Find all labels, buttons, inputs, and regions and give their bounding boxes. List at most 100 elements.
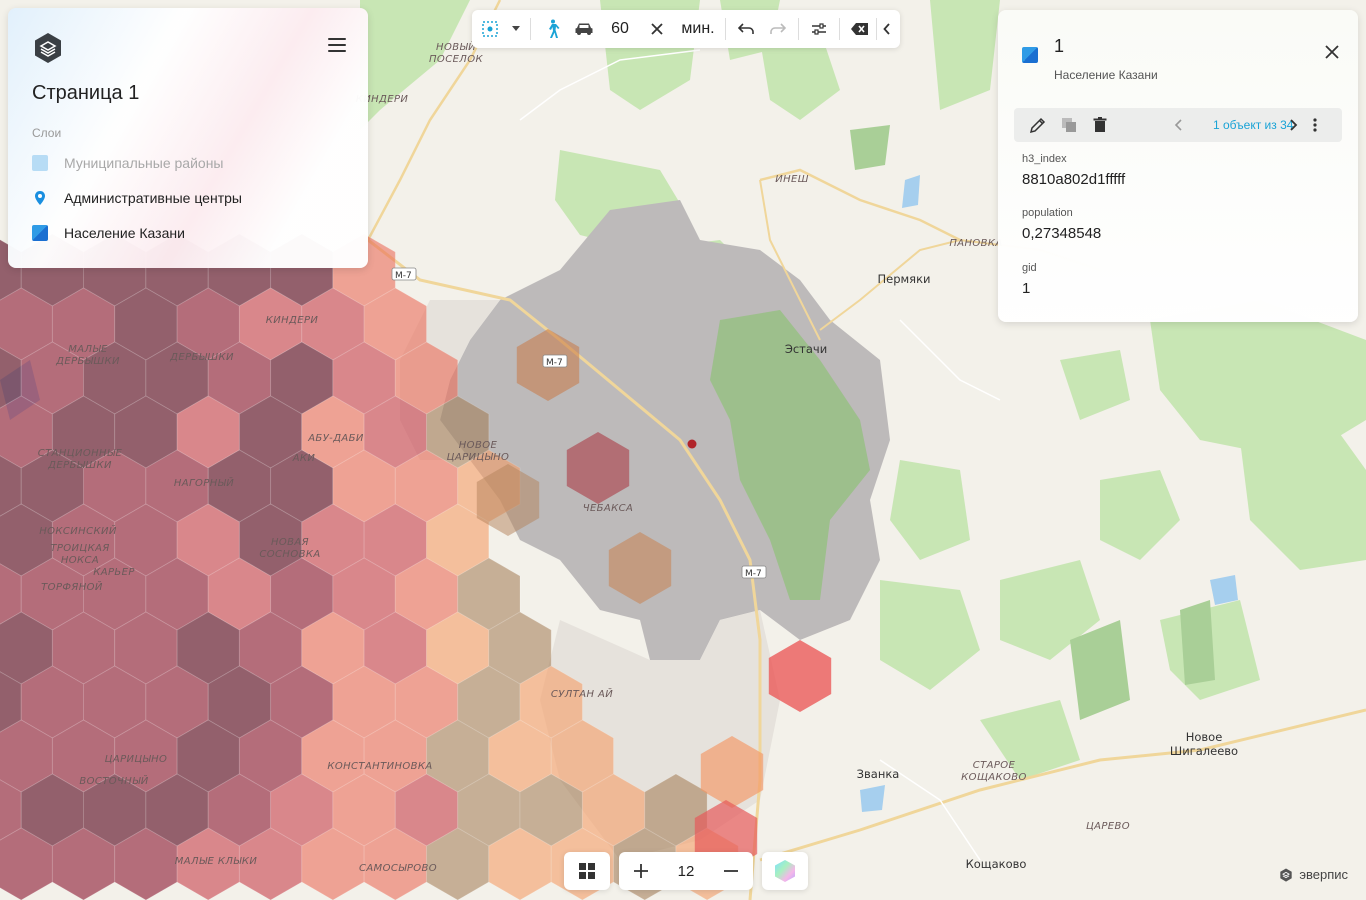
place-label-tsaritsyno: ЦАРИЦЫНО [105,754,168,765]
toolbar-divider [725,18,726,40]
attribute-key: h3_index [1022,153,1067,165]
isochrone-select-icon [482,21,498,37]
object-pager-text[interactable]: 1 объект из 34 [1213,118,1293,132]
clear-button[interactable] [844,10,876,48]
feature-info-panel: 1 Население Казани 1 объект из 34 h3_ind… [998,10,1358,322]
place-label-kinderi: КИНДЕРИ [266,315,319,326]
layer-label: Население Казани [64,225,185,241]
plus-icon [634,864,648,878]
attribute-value: 0,27348548 [1022,225,1102,242]
polygon-swatch-icon [32,155,48,171]
feature-layer-name: Население Казани [1054,68,1158,82]
place-label-noksinsky: НОКСИНСКИЙ [39,524,117,537]
redo-icon [770,23,786,34]
undo-icon [738,23,754,34]
basemap-grid-button[interactable] [564,852,610,890]
layer-item-municipal-districts[interactable]: Муниципальные районы [32,153,223,173]
place-label-estachi: Эстачи [785,342,827,356]
toolbar-divider [839,18,840,40]
chevron-left-icon [883,23,890,35]
layers-section-label: Слои [32,126,62,140]
feature-title: 1 [1054,36,1065,56]
multiply-button[interactable] [639,10,675,48]
sliders-icon [812,23,826,35]
selected-point-marker[interactable] [687,439,697,449]
collapse-toolbar-button[interactable] [877,10,897,48]
trash-icon[interactable] [1090,115,1110,135]
layer-item-admin-centers[interactable]: Административные центры [32,188,242,208]
feature-actions-bar: 1 объект из 34 [1014,108,1342,142]
settings-button[interactable] [803,10,835,48]
place-label-chebaksa: ЧЕБАКСА [583,503,634,514]
map-pin-icon [35,191,45,205]
svg-text:М-7: М-7 [395,271,412,281]
zoom-out-button[interactable] [709,852,753,890]
attribute-key: population [1022,207,1073,219]
walking-person-icon [549,19,560,38]
attribute-value: 8810a802d1fffff [1022,171,1126,188]
place-label-inesh: ИНЕШ [775,174,809,185]
color-palette-icon [775,860,795,882]
polygon-swatch-icon [1022,47,1038,63]
isochrone-toolbar: 60 мин. [472,10,900,48]
layer-item-kazan-population[interactable]: Население Казани [32,223,185,243]
place-label-torfyanoy: ТОРФЯНОЙ [41,580,103,593]
layers-panel: Страница 1 Слои Муниципальные районы Адм… [8,8,368,268]
time-value-input[interactable]: 60 [601,10,639,48]
place-label-konstantinovka: КОНСТАНТИНОВКА [327,761,432,772]
page-title: Страница 1 [32,82,140,104]
undo-button[interactable] [730,10,762,48]
place-label-samosyrovo: САМОСЫРОВО [359,863,437,874]
toolbar-divider [798,18,799,40]
place-label-malye-klyki: МАЛЫЕ КЛЫКИ [175,856,258,867]
place-label-stantsionnye: СТАНЦИОННЫЕ ДЕРБЫШКИ [38,448,123,471]
place-label-abu-dabi: АБУ-ДАБИ [307,433,364,444]
next-object-icon[interactable] [1286,115,1300,135]
car-icon [575,23,593,35]
theme-palette-button[interactable] [762,852,808,890]
place-label-aki: АКИ [292,453,316,464]
redo-button[interactable] [762,10,794,48]
app-logo-icon[interactable] [32,32,64,64]
more-options-icon[interactable] [1308,115,1322,135]
grid-icon [579,863,595,879]
place-label-zvanka: Званка [857,767,900,781]
place-label-vostochny: ВОСТОЧНЫЙ [79,774,148,787]
svg-text:М-7: М-7 [546,358,563,368]
place-label-derbyshki: ДЕРБЫШКИ [169,352,234,363]
prev-object-icon[interactable] [1172,115,1186,135]
caret-down-icon [512,26,520,31]
time-unit-select[interactable]: мин. [675,10,721,48]
edit-pencil-icon[interactable] [1028,115,1048,135]
layer-label: Административные центры [64,190,242,206]
brand-name: эверпис [1299,867,1348,882]
polygon-swatch-icon [32,225,48,241]
selection-tool-button[interactable] [472,10,508,48]
selection-mode-dropdown[interactable] [508,10,524,48]
road-shield-m7-2: М-7 [542,354,568,368]
toolbar-divider [530,18,531,40]
close-panel-icon[interactable] [1324,44,1340,60]
zoom-level: 12 [677,862,695,880]
layer-label: Муниципальные районы [64,155,224,171]
car-mode-button[interactable] [567,10,601,48]
zoom-in-button[interactable] [619,852,663,890]
minus-icon [724,870,738,872]
brand-logo-icon [1280,867,1293,882]
place-label-koshchakovo: Кощаково [966,857,1027,871]
duplicate-icon[interactable] [1059,115,1079,135]
place-label-panovka: ПАНОВКА [949,238,1002,249]
attribute-value: 1 [1022,280,1031,297]
place-label-tsarevo: ЦАРЕВО [1086,821,1130,832]
close-icon [651,23,663,35]
walk-mode-button[interactable] [537,10,567,48]
place-label-permyaki: Пермяки [877,272,930,286]
road-shield-m7-1: М-7 [391,267,417,281]
place-label-sultan-ay: СУЛТАН АЙ [551,687,613,700]
place-label-karer: КАРЬЕР [93,567,135,578]
zoom-controls: 12 [619,852,753,890]
hamburger-menu-icon[interactable] [328,38,346,54]
backspace-icon [851,23,868,35]
attribute-key: gid [1022,262,1037,274]
road-shield-m7-3: М-7 [741,565,767,579]
